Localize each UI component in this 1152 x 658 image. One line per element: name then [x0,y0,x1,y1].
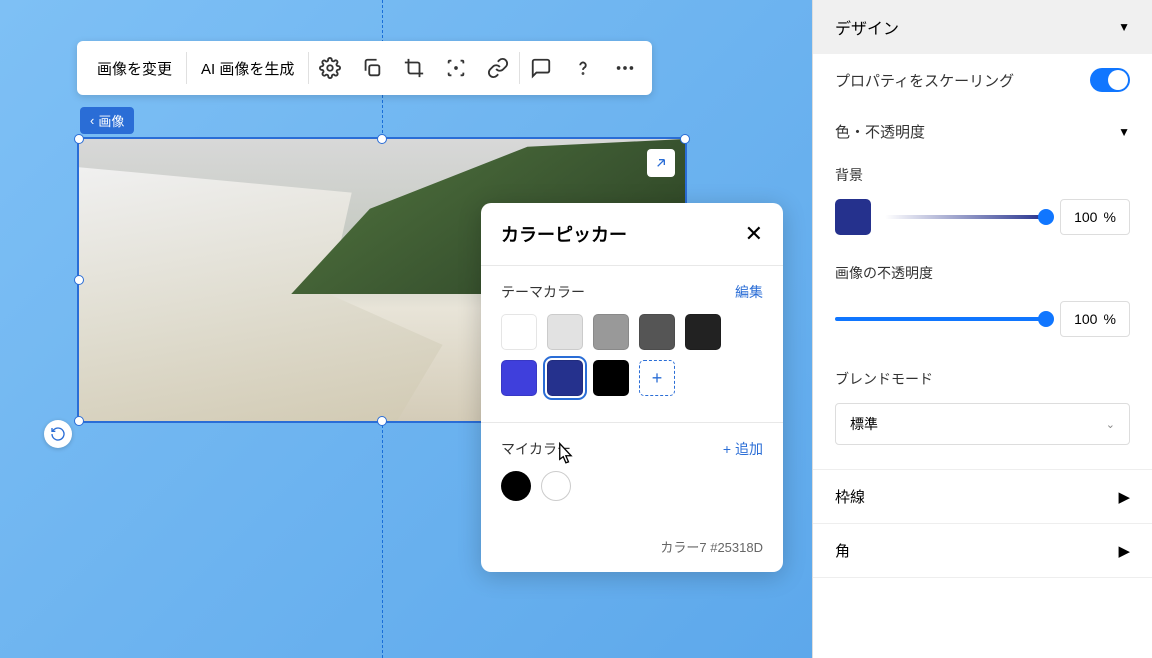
add-color-button[interactable]: + [639,360,675,396]
corner-label: 角 [835,540,850,561]
image-toolbar: 画像を変更 AI 画像を生成 [77,41,652,95]
slider-thumb[interactable] [1038,209,1054,225]
design-panel-header[interactable]: デザイン ▼ [813,0,1152,54]
color-swatch-white[interactable] [501,314,537,350]
chevron-right-icon: ▶ [1118,488,1130,506]
undo-icon[interactable] [44,420,72,448]
chevron-down-icon: ▼ [1118,20,1130,34]
focus-icon[interactable] [435,41,477,95]
resize-handle-ml[interactable] [74,275,84,285]
blend-mode-select[interactable]: 標準 ⌄ [835,403,1130,445]
color-swatch-charcoal[interactable] [685,314,721,350]
theme-colors-section: テーマカラー 編集 + [481,266,783,422]
opacity-value: 100 [1074,311,1097,327]
background-section: 背景 100 % [813,157,1152,255]
background-opacity-input[interactable]: 100 % [1060,199,1130,235]
image-opacity-label: 画像の不透明度 [835,263,1130,283]
color-picker-popup: カラーピッカー ✕ テーマカラー 編集 + マイカラー + 追加 [481,203,783,572]
chevron-left-icon: ‹ [90,113,94,128]
my-color-white[interactable] [541,471,571,501]
my-colors-section: マイカラー + 追加 [481,423,783,527]
theme-colors-label: テーマカラー [501,282,585,302]
color-info-label: カラー7 #25318D [481,527,783,572]
help-icon[interactable] [562,41,604,95]
more-icon[interactable] [604,41,646,95]
image-opacity-section: 画像の不透明度 100 % [813,255,1152,361]
percent-symbol: % [1103,311,1115,327]
settings-icon[interactable] [309,41,351,95]
my-color-black[interactable] [501,471,531,501]
background-color-swatch[interactable] [835,199,871,235]
blend-mode-value: 標準 [850,414,878,434]
breadcrumb-image[interactable]: ‹ 画像 [80,107,134,134]
my-colors-label: マイカラー [501,439,571,459]
color-swatch-dark-gray[interactable] [639,314,675,350]
popup-title: カラーピッカー [501,221,627,247]
chevron-down-icon: ▼ [1118,125,1130,139]
chevron-right-icon: ▶ [1118,542,1130,560]
scale-properties-row: プロパティをスケーリング [813,54,1152,107]
chevron-down-icon: ⌄ [1106,418,1115,431]
color-opacity-row[interactable]: 色・不透明度 ▼ [813,107,1152,157]
edit-theme-link[interactable]: 編集 [735,282,763,302]
breadcrumb-label: 画像 [98,111,124,130]
color-swatch-light-gray[interactable] [547,314,583,350]
crop-icon[interactable] [393,41,435,95]
background-opacity-slider[interactable] [885,215,1046,219]
scale-properties-toggle[interactable] [1090,68,1130,92]
percent-symbol: % [1103,209,1115,225]
ai-image-button[interactable]: AI 画像を生成 [187,41,308,95]
design-panel: デザイン ▼ プロパティをスケーリング 色・不透明度 ▼ 背景 100 % 画像… [812,0,1152,658]
border-section-toggle[interactable]: 枠線 ▶ [813,470,1152,524]
corner-section-toggle[interactable]: 角 ▶ [813,524,1152,578]
change-image-button[interactable]: 画像を変更 [83,41,186,95]
color-swatch-navy[interactable] [547,360,583,396]
slider-thumb[interactable] [1038,311,1054,327]
blend-mode-section: ブレンドモード 標準 ⌄ [813,361,1152,470]
comment-icon[interactable] [520,41,562,95]
opacity-value: 100 [1074,209,1097,225]
image-opacity-slider[interactable] [835,317,1046,321]
color-swatch-gray[interactable] [593,314,629,350]
expand-icon[interactable] [647,149,675,177]
image-opacity-input[interactable]: 100 % [1060,301,1130,337]
resize-handle-bl[interactable] [74,416,84,426]
copy-icon[interactable] [351,41,393,95]
color-swatch-black[interactable] [593,360,629,396]
color-opacity-label: 色・不透明度 [835,121,925,142]
panel-title: デザイン [835,15,899,39]
resize-handle-tl[interactable] [74,134,84,144]
resize-handle-tr[interactable] [680,134,690,144]
color-swatch-blue[interactable] [501,360,537,396]
link-icon[interactable] [477,41,519,95]
scale-properties-label: プロパティをスケーリング [835,70,1014,91]
resize-handle-tm[interactable] [377,134,387,144]
close-icon[interactable]: ✕ [745,223,763,245]
add-my-color-link[interactable]: + 追加 [723,439,763,459]
border-label: 枠線 [835,486,865,507]
background-label: 背景 [835,165,1130,185]
resize-handle-bm[interactable] [377,416,387,426]
blend-mode-label: ブレンドモード [835,369,1130,389]
